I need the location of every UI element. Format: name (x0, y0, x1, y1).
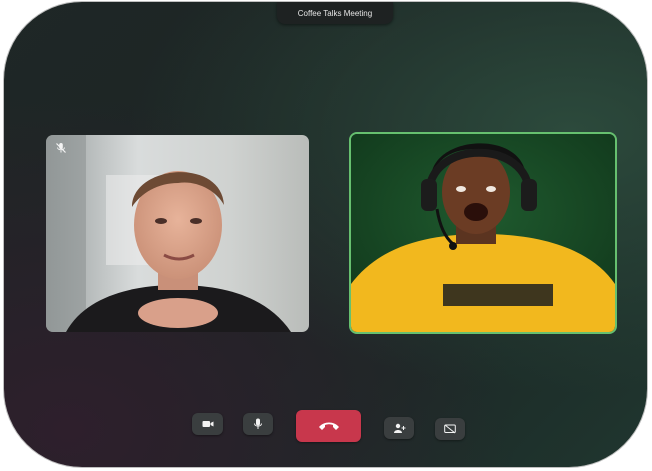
left-participant-video (46, 135, 309, 332)
camera-toggle-button[interactable] (192, 413, 223, 435)
screen-share-button[interactable] (435, 418, 465, 440)
end-call-button[interactable] (296, 410, 361, 442)
participant-tile-left[interactable] (46, 135, 309, 332)
right-participant-video (351, 134, 615, 332)
microphone-toggle-button[interactable] (243, 413, 273, 435)
screen-share-off-icon (444, 424, 456, 434)
microphone-icon (254, 418, 262, 429)
meeting-title: Coffee Talks Meeting (277, 2, 393, 24)
call-window: Coffee Talks Meeting (4, 2, 647, 467)
mic-off-icon (54, 141, 68, 155)
phone-hangup-icon (318, 422, 339, 430)
video-camera-icon (202, 421, 213, 427)
add-person-icon (393, 423, 405, 433)
add-person-button[interactable] (384, 417, 414, 439)
participant-tile-right[interactable] (349, 132, 617, 334)
